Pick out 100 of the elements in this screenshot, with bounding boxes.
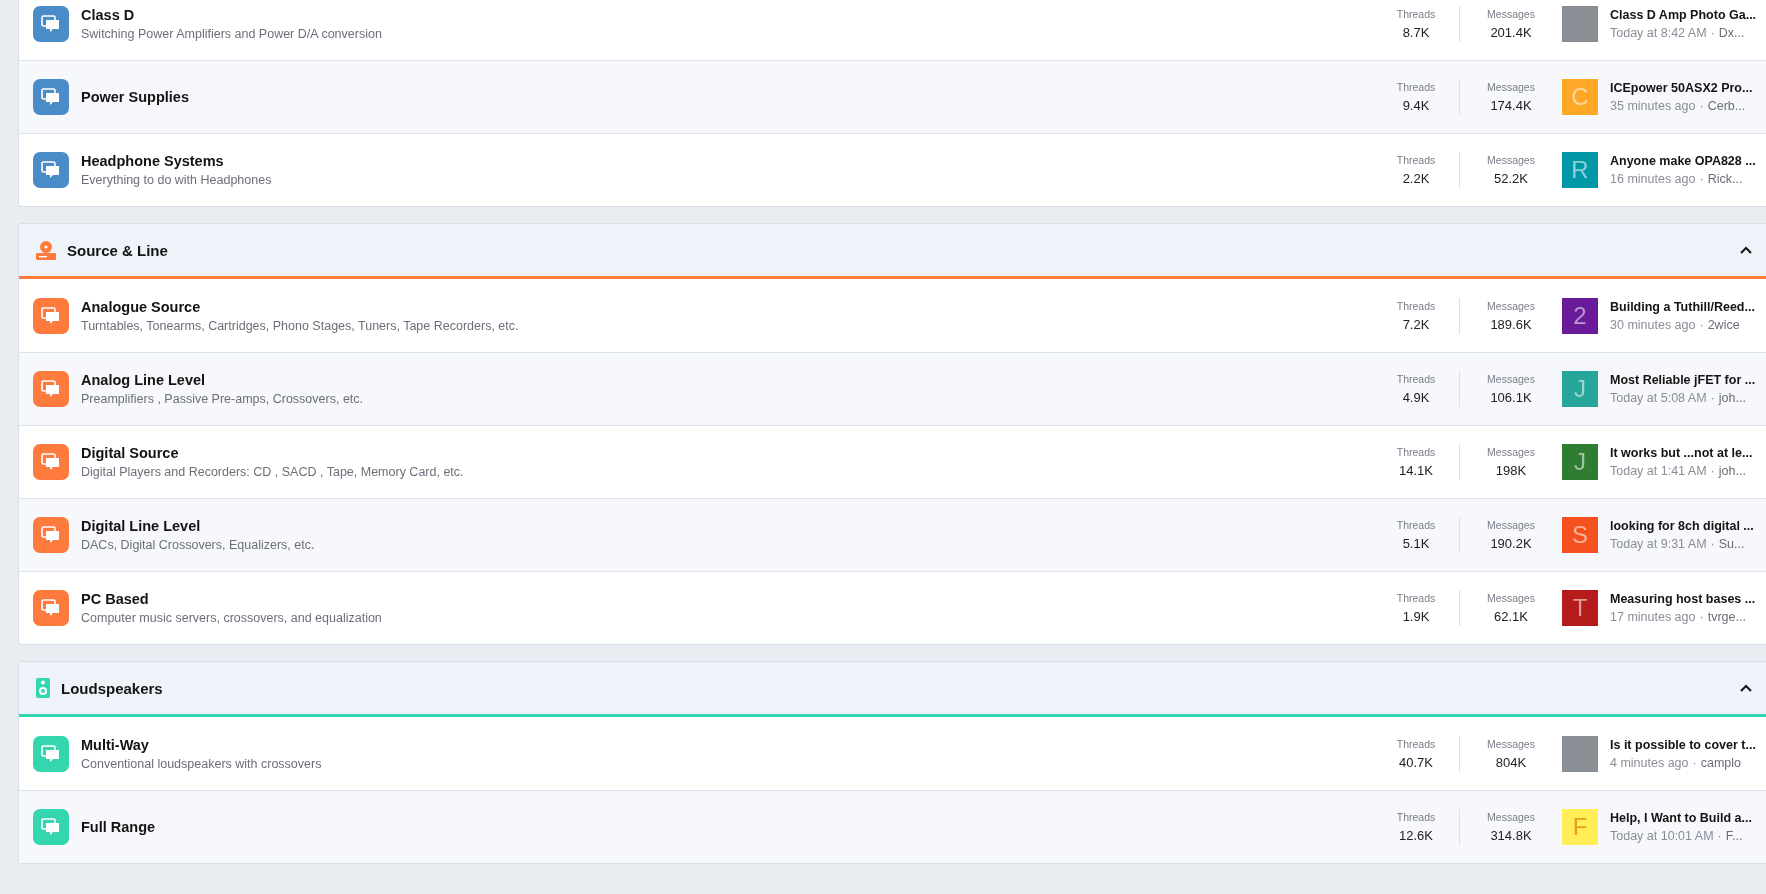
latest-post-user[interactable]: tvrge... bbox=[1707, 610, 1746, 624]
forum-title[interactable]: Digital Source bbox=[81, 445, 1373, 461]
forum-title[interactable]: Headphone Systems bbox=[81, 153, 1373, 169]
category-title[interactable]: Loudspeakers bbox=[61, 679, 1730, 697]
user-avatar[interactable]: 2 bbox=[1562, 297, 1598, 334]
forum-description: Everything to do with Headphones bbox=[81, 173, 273, 187]
forum-description: Turntables, Tonearms, Cartridges, Phono Stages, Tuners, Tape Recorders, etc. bbox=[81, 318, 520, 333]
forum-title[interactable]: Analog Line Level bbox=[81, 372, 1373, 388]
latest-post-user[interactable]: 2wice bbox=[1707, 317, 1740, 332]
threads-count: 7.2K bbox=[1402, 316, 1430, 332]
messages-label: Messages bbox=[1487, 81, 1535, 93]
messages-label: Messages bbox=[1487, 592, 1535, 604]
forum-description: Digital Players and Recorders: CD , SACD , Tape, Memory Card, etc. bbox=[81, 465, 465, 479]
latest-thread-link[interactable]: ICEpower 50ASX2 Pro... bbox=[1610, 81, 1766, 95]
threads-label: Threads bbox=[1396, 7, 1436, 20]
forum-title[interactable]: PC Based bbox=[81, 591, 1373, 607]
latest-thread-link[interactable]: Most Reliable jFET for ... bbox=[1610, 373, 1766, 387]
turntable-icon bbox=[35, 239, 57, 261]
collapse-chevron-icon[interactable] bbox=[1740, 246, 1752, 254]
messages-count: 174.4K bbox=[1490, 98, 1532, 113]
avatar-photo-placeholder[interactable] bbox=[1562, 5, 1598, 42]
threads-count: 8.7K bbox=[1402, 24, 1430, 40]
separator-dot: · bbox=[1717, 829, 1722, 843]
latest-post-user[interactable]: Cerb... bbox=[1707, 99, 1746, 113]
latest-thread-link[interactable]: looking for 8ch digital ... bbox=[1610, 519, 1766, 533]
separator-dot: · bbox=[1692, 755, 1697, 770]
latest-post-user[interactable]: Su... bbox=[1718, 537, 1745, 551]
latest-post-time: Today at 9:31 AM bbox=[1610, 537, 1707, 551]
forum-title[interactable]: Multi-Way bbox=[81, 736, 1373, 753]
forum-title[interactable]: Full Range bbox=[81, 819, 1373, 835]
forum-description: DACs, Digital Crossovers, Equalizers, etc. bbox=[81, 538, 316, 552]
latest-post-time: 17 minutes ago bbox=[1610, 610, 1696, 624]
messages-label: Messages bbox=[1487, 154, 1535, 166]
messages-count: 198K bbox=[1495, 463, 1527, 478]
latest-thread-link[interactable]: Building a Tuthill/Reed... bbox=[1610, 299, 1766, 314]
latest-thread-link[interactable]: Anyone make OPA828 ... bbox=[1610, 154, 1766, 168]
messages-count: 106.1K bbox=[1490, 390, 1532, 405]
threads-label: Threads bbox=[1396, 446, 1436, 458]
threads-count: 2.2K bbox=[1402, 171, 1430, 186]
threads-label: Threads bbox=[1396, 154, 1436, 166]
latest-post-user[interactable]: F... bbox=[1725, 829, 1743, 843]
messages-label: Messages bbox=[1487, 446, 1535, 458]
latest-post-time: Today at 1:41 AM bbox=[1610, 464, 1707, 478]
latest-post-user[interactable]: camplo bbox=[1700, 755, 1741, 770]
separator-dot: · bbox=[1699, 99, 1704, 113]
messages-label: Messages bbox=[1487, 299, 1535, 312]
latest-post-time: 30 minutes ago bbox=[1610, 317, 1696, 332]
threads-label: Threads bbox=[1396, 519, 1436, 531]
messages-count: 62.1K bbox=[1494, 609, 1528, 624]
collapse-chevron-icon[interactable] bbox=[1740, 684, 1752, 692]
latest-post-user[interactable]: joh... bbox=[1718, 391, 1746, 405]
threads-label: Threads bbox=[1396, 737, 1436, 750]
messages-label: Messages bbox=[1487, 373, 1535, 385]
latest-thread-link[interactable]: Measuring host bases ... bbox=[1610, 592, 1766, 606]
latest-thread-link[interactable]: It works but ...not at le... bbox=[1610, 446, 1766, 460]
avatar-photo-placeholder[interactable] bbox=[1562, 735, 1598, 772]
messages-label: Messages bbox=[1487, 519, 1535, 531]
speaker-icon bbox=[35, 677, 51, 699]
latest-post-user[interactable]: Rick... bbox=[1707, 172, 1743, 186]
separator-dot: · bbox=[1710, 391, 1715, 405]
latest-post-time: Today at 8:42 AM bbox=[1610, 25, 1707, 40]
threads-label: Threads bbox=[1396, 811, 1436, 823]
forum-title[interactable]: Class D bbox=[81, 6, 1373, 23]
latest-thread-link[interactable]: Is it possible to cover t... bbox=[1610, 737, 1766, 752]
latest-post-time: Today at 5:08 AM bbox=[1610, 391, 1707, 405]
latest-post-time: 35 minutes ago bbox=[1610, 99, 1696, 113]
latest-thread-link[interactable]: Class D Amp Photo Ga... bbox=[1610, 7, 1766, 22]
messages-count: 190.2K bbox=[1490, 536, 1532, 551]
threads-label: Threads bbox=[1396, 299, 1436, 312]
latest-post-time: 16 minutes ago bbox=[1610, 172, 1696, 186]
separator-dot: · bbox=[1699, 317, 1704, 332]
forum-description: Computer music servers, crossovers, and equalization bbox=[81, 611, 383, 625]
latest-post-user[interactable]: joh... bbox=[1718, 464, 1746, 478]
messages-count: 201.4K bbox=[1490, 24, 1532, 40]
latest-post-time: 4 minutes ago bbox=[1610, 755, 1689, 770]
forum-description: Switching Power Amplifiers and Power D/A conversion bbox=[81, 26, 383, 41]
messages-count: 189.6K bbox=[1490, 316, 1532, 332]
separator-dot: · bbox=[1710, 464, 1715, 478]
forum-title[interactable]: Analogue Source bbox=[81, 298, 1373, 315]
separator-dot: · bbox=[1699, 172, 1704, 186]
threads-count: 12.6K bbox=[1399, 828, 1433, 843]
threads-count: 5.1K bbox=[1402, 536, 1430, 551]
category-title[interactable]: Source & Line bbox=[67, 241, 1730, 259]
separator-dot: · bbox=[1699, 610, 1704, 624]
threads-count: 9.4K bbox=[1402, 98, 1430, 113]
forum-title[interactable]: Digital Line Level bbox=[81, 518, 1373, 534]
threads-count: 14.1K bbox=[1399, 463, 1433, 478]
threads-label: Threads bbox=[1396, 373, 1436, 385]
messages-label: Messages bbox=[1487, 811, 1535, 823]
latest-post-time: Today at 10:01 AM bbox=[1610, 829, 1714, 843]
forum-description: Conventional loudspeakers with crossovers bbox=[81, 756, 323, 771]
forum-description: Preamplifiers , Passive Pre-amps, Crossovers, etc. bbox=[81, 392, 365, 406]
threads-count: 40.7K bbox=[1399, 754, 1433, 770]
latest-post-user[interactable]: Dx... bbox=[1718, 25, 1745, 40]
messages-label: Messages bbox=[1487, 7, 1535, 20]
threads-label: Threads bbox=[1396, 81, 1436, 93]
latest-thread-link[interactable]: Help, I Want to Build a... bbox=[1610, 811, 1766, 825]
forum-title[interactable]: Power Supplies bbox=[81, 89, 1373, 105]
threads-count: 4.9K bbox=[1402, 390, 1430, 405]
threads-count: 1.9K bbox=[1402, 609, 1430, 624]
